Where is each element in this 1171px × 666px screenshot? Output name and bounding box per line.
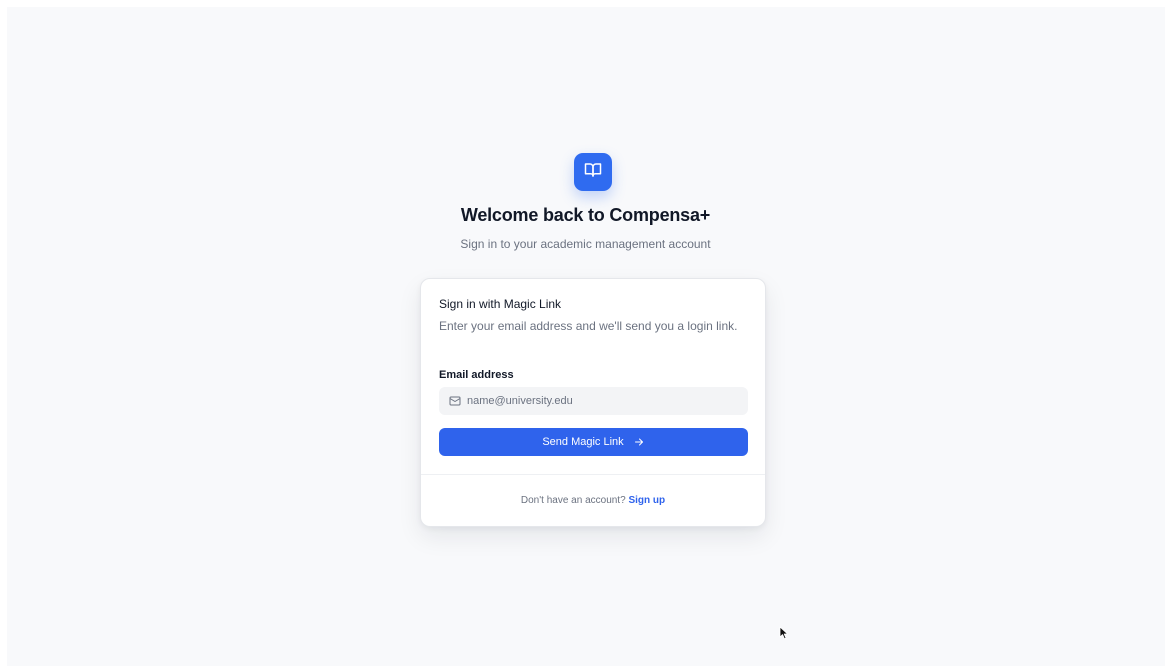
card-title: Sign in with Magic Link — [439, 297, 562, 311]
page-title: Welcome back to Compensa+ — [460, 205, 711, 225]
signup-prompt-text: Don't have an account? — [520, 495, 626, 506]
email-field[interactable] — [439, 387, 748, 415]
sign-in-card: Sign in with Magic Link Enter your email… — [420, 278, 766, 527]
app-logo — [574, 153, 612, 191]
email-label: Email address — [439, 369, 514, 381]
book-open-icon — [584, 161, 602, 184]
send-button-label: Send Magic Link — [542, 436, 624, 448]
signup-prompt: Don't have an account? Sign up — [421, 495, 765, 506]
mail-icon — [449, 395, 461, 407]
arrow-right-icon — [633, 436, 645, 448]
sign-up-link[interactable]: Sign up — [628, 495, 665, 506]
email-input[interactable] — [467, 395, 727, 407]
page-subtitle: Sign in to your academic management acco… — [460, 237, 711, 251]
card-divider — [421, 474, 765, 475]
mouse-cursor-icon — [779, 626, 789, 645]
send-magic-link-button[interactable]: Send Magic Link — [439, 428, 748, 456]
card-description: Enter your email address and we'll send … — [439, 319, 738, 333]
